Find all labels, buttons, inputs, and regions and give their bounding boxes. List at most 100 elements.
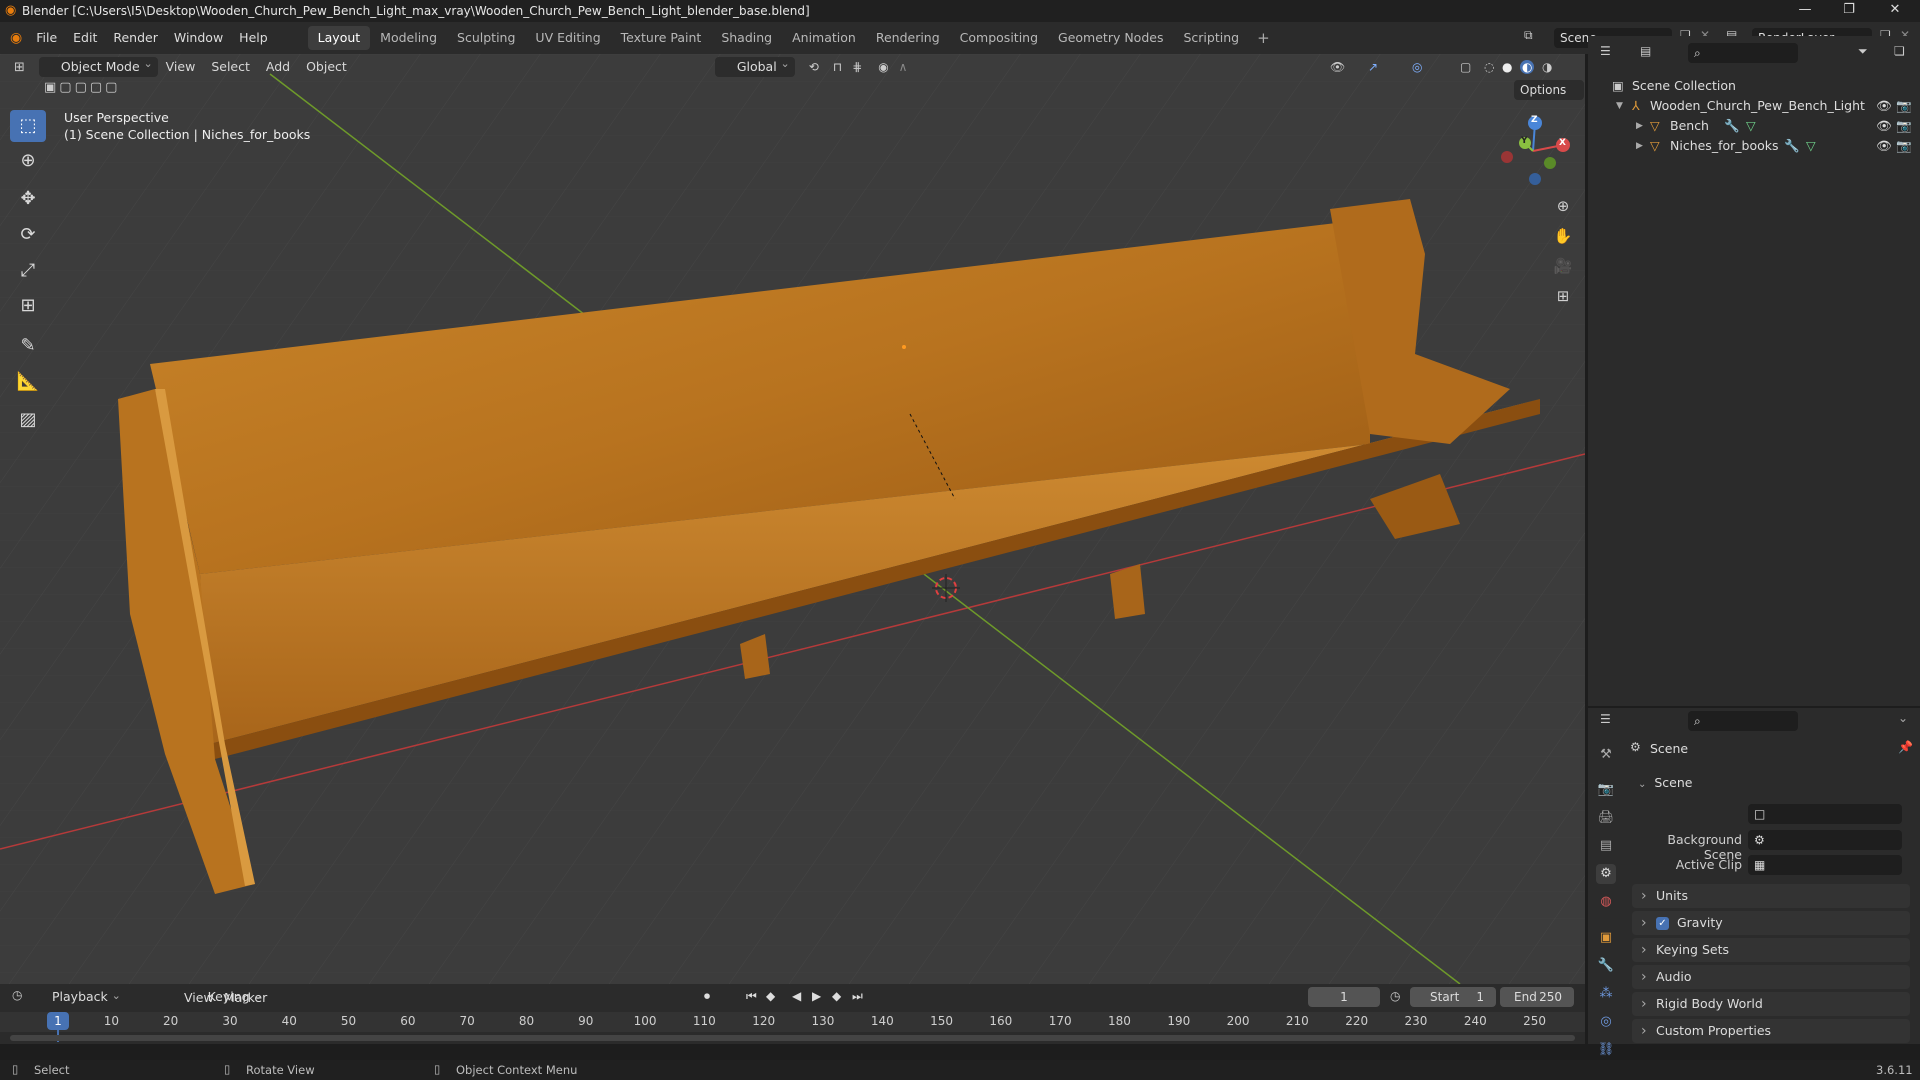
zoom-icon[interactable]: ⊕ [1548, 192, 1578, 220]
start-frame-field[interactable]: Start 1 [1410, 987, 1496, 1007]
tab-sculpting[interactable]: Sculpting [447, 26, 525, 50]
snap-icon[interactable]: ⊓ [833, 60, 842, 74]
timeline-view-menu[interactable]: View [184, 990, 214, 1005]
visibility-eye-icon[interactable]: 👁 [1876, 136, 1892, 156]
active-clip-field[interactable]: ▦ [1748, 855, 1902, 875]
new-collection-icon[interactable]: ❏ [1894, 44, 1905, 58]
move-tool-icon[interactable]: ✥ [10, 183, 46, 215]
tab-layout[interactable]: Layout [307, 26, 371, 50]
mesh-data-icon[interactable]: ▽ [1806, 136, 1816, 156]
viewport-scene[interactable] [0, 54, 1585, 984]
panel-rigid-body-world[interactable]: Rigid Body World [1632, 992, 1910, 1016]
tab-shading[interactable]: Shading [711, 26, 782, 50]
menu-help[interactable]: Help [231, 22, 276, 54]
end-frame-field[interactable]: End 250 [1500, 987, 1574, 1007]
timeline-editor-icon[interactable]: ◷ [12, 988, 22, 1002]
perspective-grid-icon[interactable]: ⊞ [1548, 282, 1578, 310]
navigation-gizmo[interactable]: Z X Y [1495, 113, 1575, 193]
frame-ruler[interactable]: 10 20 30 40 50 60 70 80 90 100 110 120 130 140 150 160 1… [0, 1012, 1585, 1032]
outliner-row-scene-collection[interactable]: ▣ Scene Collection [1588, 76, 1920, 96]
close-icon[interactable]: ✕ [1872, 0, 1918, 22]
expand-down-icon[interactable]: ▼ [1616, 96, 1623, 116]
transform-tool-icon[interactable]: ⊞ [10, 290, 46, 322]
object-tab-icon[interactable]: ▣ [1596, 928, 1616, 948]
properties-options-icon[interactable]: ⌄ [1898, 711, 1908, 725]
filter-icon[interactable]: ⏷ [1858, 44, 1868, 59]
visibility-icon[interactable]: 👁 [1330, 60, 1345, 74]
tab-scripting[interactable]: Scripting [1173, 26, 1249, 50]
add-workspace-icon[interactable]: + [1257, 29, 1270, 47]
play-icon[interactable]: ▶ [812, 989, 821, 1003]
pan-hand-icon[interactable]: ✋ [1548, 222, 1578, 250]
select-box-mode-icons[interactable]: ▣▢▢▢▢ [44, 80, 120, 95]
tool-tab-icon[interactable]: ⚒ [1596, 745, 1616, 765]
tab-modeling[interactable]: Modeling [370, 26, 447, 50]
3d-viewport[interactable] [0, 54, 1585, 984]
current-frame-field[interactable]: 1 [1308, 987, 1380, 1007]
tab-rendering[interactable]: Rendering [866, 26, 950, 50]
rotate-tool-icon[interactable]: ⟳ [10, 219, 46, 251]
viewport-menu-object[interactable]: Object [298, 54, 355, 80]
modifiers-tab-icon[interactable]: 🔧 [1596, 956, 1616, 976]
transform-orientation-selector[interactable]: Global [714, 54, 795, 77]
editor-type-icon[interactable]: ⊞ [14, 60, 25, 75]
prev-keyframe-icon[interactable]: ◆ [766, 989, 775, 1003]
menu-edit[interactable]: Edit [65, 22, 105, 54]
modifier-wrench-icon[interactable]: 🔧 [1724, 116, 1740, 136]
panel-units[interactable]: Units [1632, 884, 1910, 908]
properties-editor-icon[interactable]: ☰ [1600, 712, 1611, 726]
options-button[interactable]: Options [1514, 80, 1585, 100]
pin-icon[interactable]: 📌 [1898, 740, 1913, 754]
render-camera-icon[interactable]: 📷 [1896, 96, 1912, 116]
scene-type-icon[interactable]: ⧉ [1524, 28, 1533, 43]
measure-tool-icon[interactable]: 📐 [10, 366, 46, 398]
rendered-shading-icon[interactable]: ◑ [1542, 60, 1552, 74]
snap-target-icon[interactable]: ⋕ [852, 60, 862, 74]
cursor-tool-icon[interactable]: ⊕ [10, 145, 46, 177]
marker-menu[interactable]: Marker [224, 990, 267, 1005]
panel-gravity[interactable]: ✓ Gravity [1632, 911, 1910, 935]
scene-tab-icon[interactable]: ⚙ [1596, 864, 1616, 884]
camera-view-icon[interactable]: 🎥 [1548, 252, 1578, 280]
playback-menu[interactable]: Playback [44, 989, 126, 1004]
timer-icon[interactable]: ◷ [1390, 989, 1400, 1003]
wireframe-shading-icon[interactable]: ◌ [1484, 60, 1494, 74]
tab-animation[interactable]: Animation [782, 26, 866, 50]
display-mode-icon[interactable]: ▤ [1640, 44, 1651, 58]
minimize-icon[interactable]: — [1782, 0, 1828, 22]
background-scene-field[interactable]: ⚙ [1748, 830, 1902, 850]
record-icon[interactable]: ⏺ [704, 989, 710, 1004]
mode-selector[interactable]: Object Mode [38, 54, 158, 77]
tab-compositing[interactable]: Compositing [950, 26, 1048, 50]
solid-shading-icon[interactable]: ● [1502, 60, 1512, 74]
playhead[interactable]: 1 [47, 1012, 69, 1030]
menu-render[interactable]: Render [105, 22, 166, 54]
view-layer-tab-icon[interactable]: ▤ [1596, 836, 1616, 856]
timeline-scrollbar[interactable] [10, 1035, 1575, 1041]
tab-uv-editing[interactable]: UV Editing [525, 26, 610, 50]
viewport-menu-add[interactable]: Add [258, 54, 298, 80]
menu-file[interactable]: File [28, 22, 65, 54]
outliner-row-collection[interactable]: ▼ ⅄ Wooden_Church_Pew_Bench_Light 👁 📷 [1588, 96, 1920, 116]
render-tab-icon[interactable]: 📷 [1596, 780, 1616, 800]
panel-audio[interactable]: Audio [1632, 965, 1910, 989]
outliner-search-icon[interactable]: ⌕ [1688, 43, 1798, 63]
restore-icon[interactable]: ❐ [1826, 0, 1872, 22]
overlay-toggle-icon[interactable]: ◎ [1412, 60, 1422, 74]
tab-geometry-nodes[interactable]: Geometry Nodes [1048, 26, 1173, 50]
panel-custom-properties[interactable]: Custom Properties [1632, 1019, 1910, 1043]
blender-menu-icon[interactable]: ◉ [10, 30, 22, 46]
select-box-tool-icon[interactable]: ⬚ [10, 110, 46, 142]
xray-icon[interactable]: ▢ [1460, 60, 1471, 74]
particles-tab-icon[interactable]: ⁂ [1596, 984, 1616, 1004]
expand-right-icon[interactable]: ▶ [1636, 116, 1643, 136]
mesh-data-icon[interactable]: ▽ [1746, 116, 1756, 136]
outliner-editor-icon[interactable]: ☰ [1600, 44, 1611, 58]
viewport-menu-select[interactable]: Select [203, 54, 258, 80]
panel-keying-sets[interactable]: Keying Sets [1632, 938, 1910, 962]
next-keyframe-icon[interactable]: ◆ [832, 989, 841, 1003]
properties-search-icon[interactable]: ⌕ [1688, 711, 1798, 731]
gizmo-toggle-icon[interactable]: ↗ [1368, 60, 1378, 74]
annotate-tool-icon[interactable]: ✎ [10, 330, 46, 362]
material-shading-icon[interactable]: ◐ [1520, 60, 1535, 74]
